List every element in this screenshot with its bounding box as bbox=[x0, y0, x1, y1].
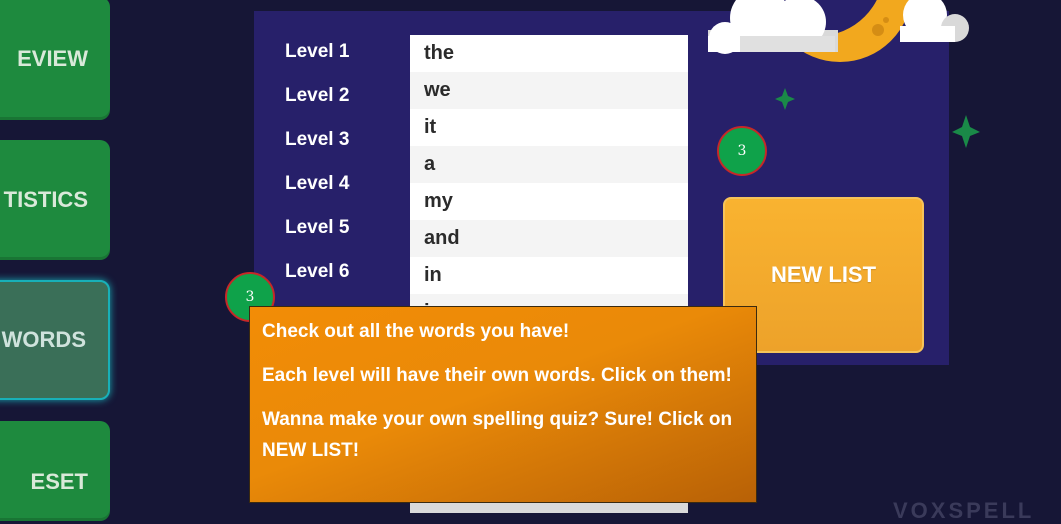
list-item: in bbox=[424, 264, 442, 286]
word-list[interactable]: the we it a my and in i bbox=[410, 35, 688, 325]
list-item: a bbox=[410, 146, 688, 183]
sidebar-item-label: EVIEW bbox=[17, 45, 88, 71]
sidebar-item-reset[interactable]: ESET bbox=[0, 421, 110, 521]
sidebar-item-label: TISTICS bbox=[3, 187, 88, 212]
level-5-item[interactable]: Level 5 bbox=[285, 217, 349, 239]
tooltip-text: Wanna make your own spelling quiz? Sure!… bbox=[262, 409, 733, 461]
level-1-item[interactable]: Level 1 bbox=[285, 41, 349, 63]
star-icon bbox=[952, 115, 980, 148]
level-3-item[interactable]: Level 3 bbox=[285, 129, 349, 151]
tooltip-text: Each level will have their own words. Cl… bbox=[262, 365, 732, 386]
sidebar-item-statistics[interactable]: TISTICS bbox=[0, 140, 110, 260]
cloud-icon bbox=[708, 0, 838, 54]
cloud-icon bbox=[900, 0, 969, 42]
star-icon bbox=[775, 88, 795, 110]
sidebar-item-review[interactable]: EVIEW bbox=[0, 0, 110, 120]
level-4-item[interactable]: Level 4 bbox=[285, 173, 349, 195]
sidebar-item-label: ESET bbox=[30, 469, 88, 494]
tooltip-text: Check out all the words you have! bbox=[262, 321, 570, 342]
tour-step-badge[interactable]: 3 bbox=[717, 126, 767, 176]
list-item: and bbox=[410, 220, 688, 257]
sidebar-item-label: WORDS bbox=[1, 327, 86, 352]
app-logo: VOXSPELL bbox=[893, 498, 1035, 523]
list-item: my bbox=[424, 190, 453, 212]
level-6-item[interactable]: Level 6 bbox=[285, 261, 349, 283]
list-item: we bbox=[410, 72, 688, 109]
level-2-item[interactable]: Level 2 bbox=[285, 85, 349, 107]
tour-tooltip: Check out all the words you have! Each l… bbox=[249, 306, 757, 503]
list-item: the bbox=[424, 42, 454, 64]
list-item: it bbox=[424, 116, 437, 138]
list-footer-bar bbox=[410, 503, 688, 513]
sidebar-item-words[interactable]: WORDS bbox=[0, 280, 110, 400]
